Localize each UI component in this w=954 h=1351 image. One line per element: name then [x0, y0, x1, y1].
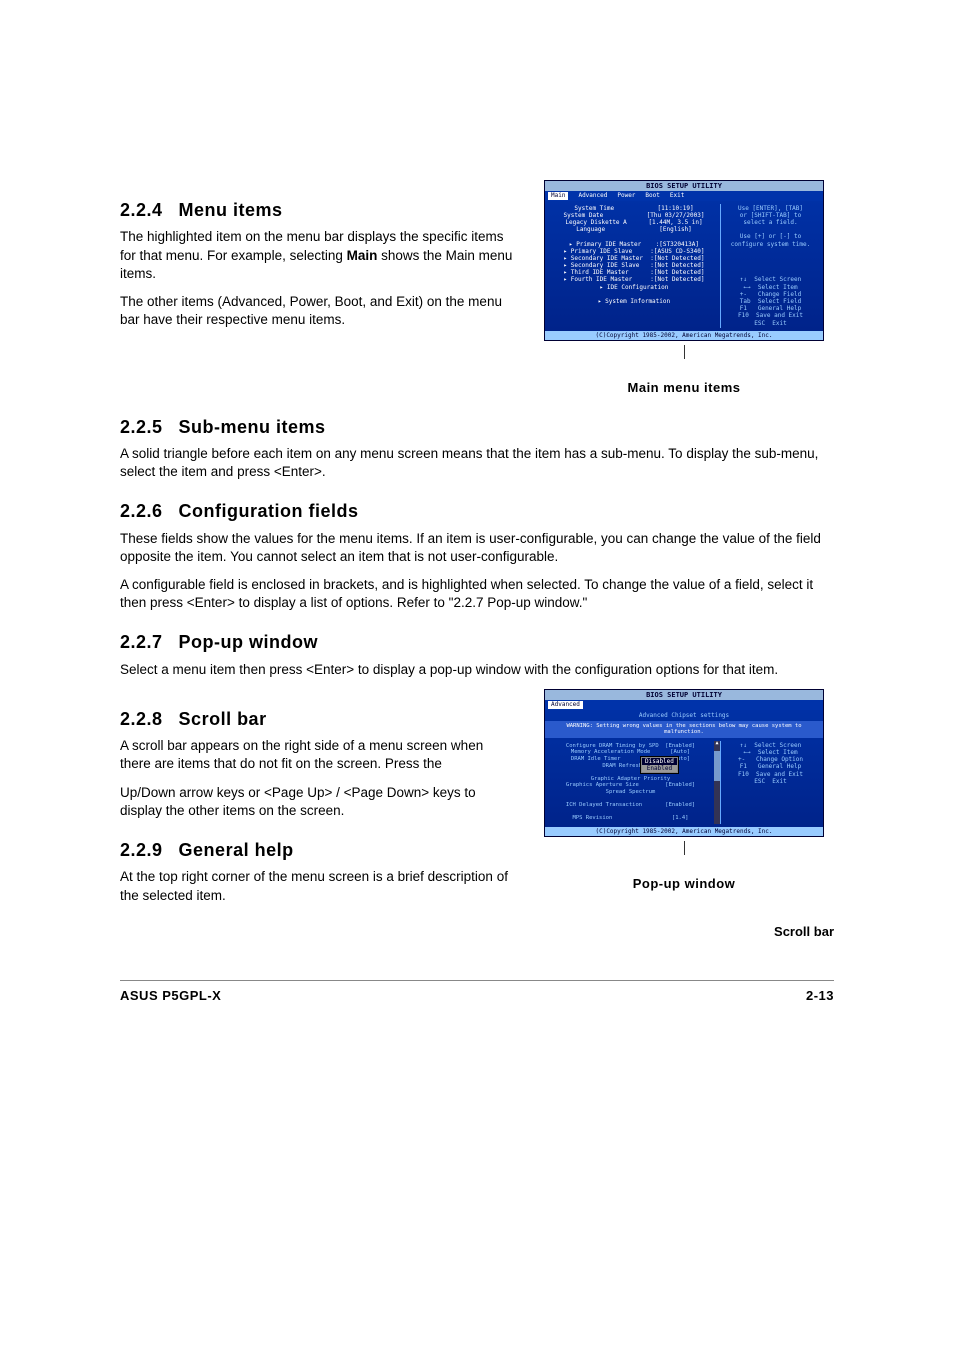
bios-screenshot-main: BIOS SETUP UTILITY Main Advanced Power B…: [544, 180, 824, 341]
paragraph: A solid triangle before each item on any…: [120, 445, 834, 481]
paragraph: The highlighted item on the menu bar dis…: [120, 228, 516, 283]
bios-popup: Disabled Enabled: [640, 756, 679, 774]
paragraph: A scroll bar appears on the right side o…: [120, 737, 516, 773]
bios-footer: (C)Copyright 1985-2002, American Megatre…: [545, 827, 823, 836]
heading-2-2-9: 2.2.9General help: [120, 838, 516, 862]
bios-rows: System Time [11:10:19] System Date [Thu …: [548, 204, 720, 328]
footer-right: 2-13: [806, 987, 834, 1005]
popup-option-disabled: Disabled: [642, 758, 677, 765]
bios-menu-boot: Boot: [645, 192, 659, 199]
heading-2-2-4: 2.2.4 Menu items: [120, 198, 516, 222]
popup-option-enabled: Enabled: [642, 765, 677, 772]
heading-2-2-8: 2.2.8Scroll bar: [120, 707, 516, 731]
footer-left: ASUS P5GPL-X: [120, 987, 221, 1005]
paragraph: The other items (Advanced, Power, Boot, …: [120, 293, 516, 329]
bios-warning: WARNING: Setting wrong values in the sec…: [545, 721, 823, 738]
scrollbar-caption: Scroll bar: [534, 923, 834, 941]
paragraph: Select a menu item then press <Enter> to…: [120, 661, 834, 679]
paragraph: At the top right corner of the menu scre…: [120, 868, 516, 904]
paragraph: These fields show the values for the men…: [120, 530, 834, 566]
heading-2-2-6: 2.2.6Configuration fields: [120, 499, 834, 523]
callout-pointer: [534, 841, 834, 859]
paragraph: Up/Down arrow keys or <Page Up> / <Page …: [120, 784, 516, 820]
heading-title: Menu items: [179, 200, 283, 220]
main-menu-caption: Main menu items: [534, 379, 834, 397]
bios-help: ↑↓ Select Screen ←→ Select Item +- Chang…: [720, 741, 820, 824]
bios-rows: Configure DRAM Timing by SPD [Enabled] M…: [548, 741, 713, 824]
bios-menu-exit: Exit: [670, 192, 684, 199]
heading-number: 2.2.4: [120, 200, 163, 220]
bios-subtitle: Advanced Chipset settings: [545, 710, 823, 721]
bios-menu-main: Main: [548, 192, 568, 199]
bios-menu-advanced: Advanced: [548, 701, 583, 708]
heading-2-2-7: 2.2.7Pop-up window: [120, 630, 834, 654]
bios-screenshot-popup: BIOS SETUP UTILITY Advanced Advanced Chi…: [544, 689, 824, 837]
bios-help: Use [ENTER], [TAB] or [SHIFT-TAB] to sel…: [720, 204, 820, 328]
popup-caption: Pop-up window: [534, 875, 834, 893]
paragraph: A configurable field is enclosed in brac…: [120, 576, 834, 612]
page-footer: ASUS P5GPL-X 2-13: [120, 980, 834, 1005]
bios-menu-advanced: Advanced: [578, 192, 607, 199]
callout-pointer: [534, 345, 834, 363]
bios-menu-power: Power: [617, 192, 635, 199]
heading-2-2-5: 2.2.5Sub-menu items: [120, 415, 834, 439]
bios-footer: (C)Copyright 1985-2002, American Megatre…: [545, 331, 823, 340]
